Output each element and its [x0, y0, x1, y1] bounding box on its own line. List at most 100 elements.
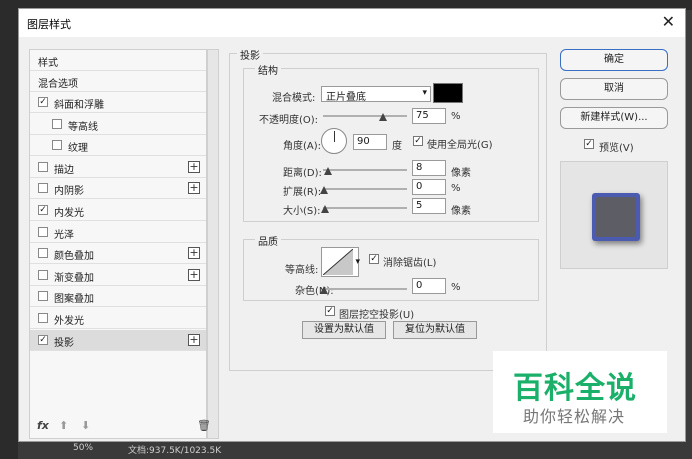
global-light-checkbox[interactable]: ✓	[413, 136, 423, 146]
styles-scrollbar[interactable]	[207, 49, 219, 439]
style-item-label: 内发光	[54, 208, 84, 219]
opacity-input[interactable]: 75	[412, 108, 446, 124]
style-item-checkbox[interactable]	[38, 291, 48, 302]
preview-thumbnail	[592, 193, 640, 241]
move-down-icon[interactable]: ⬇	[81, 419, 90, 432]
distance-slider[interactable]	[323, 169, 407, 171]
style-item[interactable]: 内阴影 +	[30, 178, 206, 200]
distance-unit: 像素	[451, 168, 471, 179]
distance-slider-thumb[interactable]	[324, 167, 332, 175]
structure-title: 结构	[255, 62, 281, 77]
style-item[interactable]: 纹理	[30, 135, 206, 157]
style-item[interactable]: 描边 +	[30, 157, 206, 178]
ps-toolbar	[0, 0, 18, 459]
style-item-label: 渐变叠加	[54, 272, 94, 284]
style-item-checkbox[interactable]	[38, 161, 48, 172]
trash-icon[interactable]: 🗑	[197, 419, 211, 432]
noise-slider-thumb[interactable]	[320, 286, 328, 294]
preview-checkbox[interactable]: ✓	[584, 139, 594, 149]
spread-label: 扩展(R):	[283, 187, 322, 198]
spread-input[interactable]: 0	[412, 179, 446, 195]
spread-slider-thumb[interactable]	[320, 186, 328, 194]
size-label: 大小(S):	[283, 206, 321, 217]
preview-label: 预览(V)	[599, 143, 634, 154]
shadow-color-swatch[interactable]	[433, 83, 463, 103]
style-item[interactable]: ✓ 斜面和浮雕	[30, 92, 206, 113]
style-item[interactable]: ✓ 内发光	[30, 200, 206, 221]
watermark-subtitle: 助你轻松解决	[523, 407, 626, 426]
style-item-label: 颜色叠加	[54, 251, 94, 263]
blend-options-item[interactable]: 混合选项	[30, 71, 206, 92]
spread-slider[interactable]	[323, 188, 407, 190]
styles-footer: fx ⬆ ⬇ 🗑	[29, 413, 211, 439]
quality-title: 品质	[255, 233, 281, 248]
style-item-checkbox[interactable]: ✓	[38, 97, 48, 107]
antialias-checkbox[interactable]: ✓	[369, 254, 379, 264]
ok-button[interactable]: 确定	[560, 49, 668, 71]
ps-statusbar: 50% 文档:937.5K/1023.5K	[18, 440, 692, 459]
blend-mode-value: 正片叠底	[326, 92, 366, 103]
knockout-label: 图层挖空投影(U)	[339, 310, 415, 321]
style-item-checkbox[interactable]: ✓	[38, 205, 48, 215]
size-slider[interactable]	[323, 207, 407, 209]
style-item-label: 描边	[54, 164, 74, 176]
style-item[interactable]: 渐变叠加 +	[30, 265, 206, 286]
style-item[interactable]: 颜色叠加 +	[30, 243, 206, 265]
size-input[interactable]: 5	[412, 198, 446, 214]
style-item-checkbox[interactable]: ✓	[38, 334, 48, 345]
new-style-button[interactable]: 新建样式(W)...	[560, 107, 668, 129]
style-item[interactable]: 光泽	[30, 222, 206, 243]
set-default-button[interactable]: 设置为默认值	[302, 321, 386, 339]
style-item-label: 内阴影	[54, 186, 84, 198]
add-effect-icon[interactable]: +	[188, 268, 200, 281]
move-up-icon[interactable]: ⬆	[59, 419, 68, 432]
contour-curve-icon	[323, 249, 353, 275]
add-effect-icon[interactable]: +	[188, 247, 200, 260]
style-item-checkbox[interactable]	[52, 140, 62, 151]
style-item-label: 光泽	[54, 229, 74, 241]
contour-label: 等高线:	[285, 265, 319, 276]
contour-picker[interactable]: ▾	[321, 247, 360, 277]
style-item-checkbox[interactable]	[52, 118, 62, 129]
close-icon[interactable]: ✕	[662, 12, 675, 31]
opacity-slider-thumb[interactable]	[379, 113, 387, 121]
style-preview	[560, 161, 668, 269]
global-light-label: 使用全局光(G)	[427, 140, 493, 151]
opacity-unit: %	[451, 111, 461, 122]
style-item[interactable]: ✓ 投影 +	[30, 329, 206, 351]
chevron-down-icon: ▾	[422, 88, 427, 98]
opacity-slider[interactable]	[323, 115, 407, 117]
noise-slider[interactable]	[323, 288, 407, 290]
spread-unit: %	[451, 183, 461, 194]
distance-label: 距离(D):	[283, 168, 322, 179]
noise-input[interactable]: 0	[412, 278, 446, 294]
add-effect-icon[interactable]: +	[188, 160, 200, 173]
noise-unit: %	[451, 282, 461, 293]
reset-default-button[interactable]: 复位为默认值	[393, 321, 477, 339]
style-item-label: 图案叠加	[54, 294, 94, 306]
angle-dial[interactable]	[321, 128, 347, 154]
style-item-checkbox[interactable]	[38, 183, 48, 194]
size-unit: 像素	[451, 206, 471, 217]
distance-input[interactable]: 8	[412, 160, 446, 176]
opacity-label: 不透明度(O):	[259, 115, 319, 126]
style-item[interactable]: 图案叠加	[30, 286, 206, 308]
styles-header[interactable]: 样式	[30, 50, 206, 71]
style-item-label: 斜面和浮雕	[54, 100, 104, 111]
style-item-checkbox[interactable]	[38, 248, 48, 259]
style-item[interactable]: 等高线	[30, 114, 206, 135]
fx-icon[interactable]: fx	[37, 419, 49, 432]
angle-input[interactable]: 90	[353, 134, 387, 150]
style-item[interactable]: 外发光	[30, 308, 206, 329]
knockout-checkbox[interactable]: ✓	[325, 306, 335, 316]
style-item-checkbox[interactable]	[38, 313, 48, 323]
size-slider-thumb[interactable]	[321, 205, 329, 213]
blend-mode-select[interactable]: 正片叠底 ▾	[321, 86, 431, 103]
style-item-checkbox[interactable]	[38, 226, 48, 237]
add-effect-icon[interactable]: +	[188, 182, 200, 195]
style-item-label: 等高线	[68, 121, 98, 133]
watermark: 百科全说 助你轻松解决	[493, 351, 667, 433]
style-item-checkbox[interactable]	[38, 269, 48, 280]
add-effect-icon[interactable]: +	[188, 333, 200, 346]
cancel-button[interactable]: 取消	[560, 78, 668, 100]
